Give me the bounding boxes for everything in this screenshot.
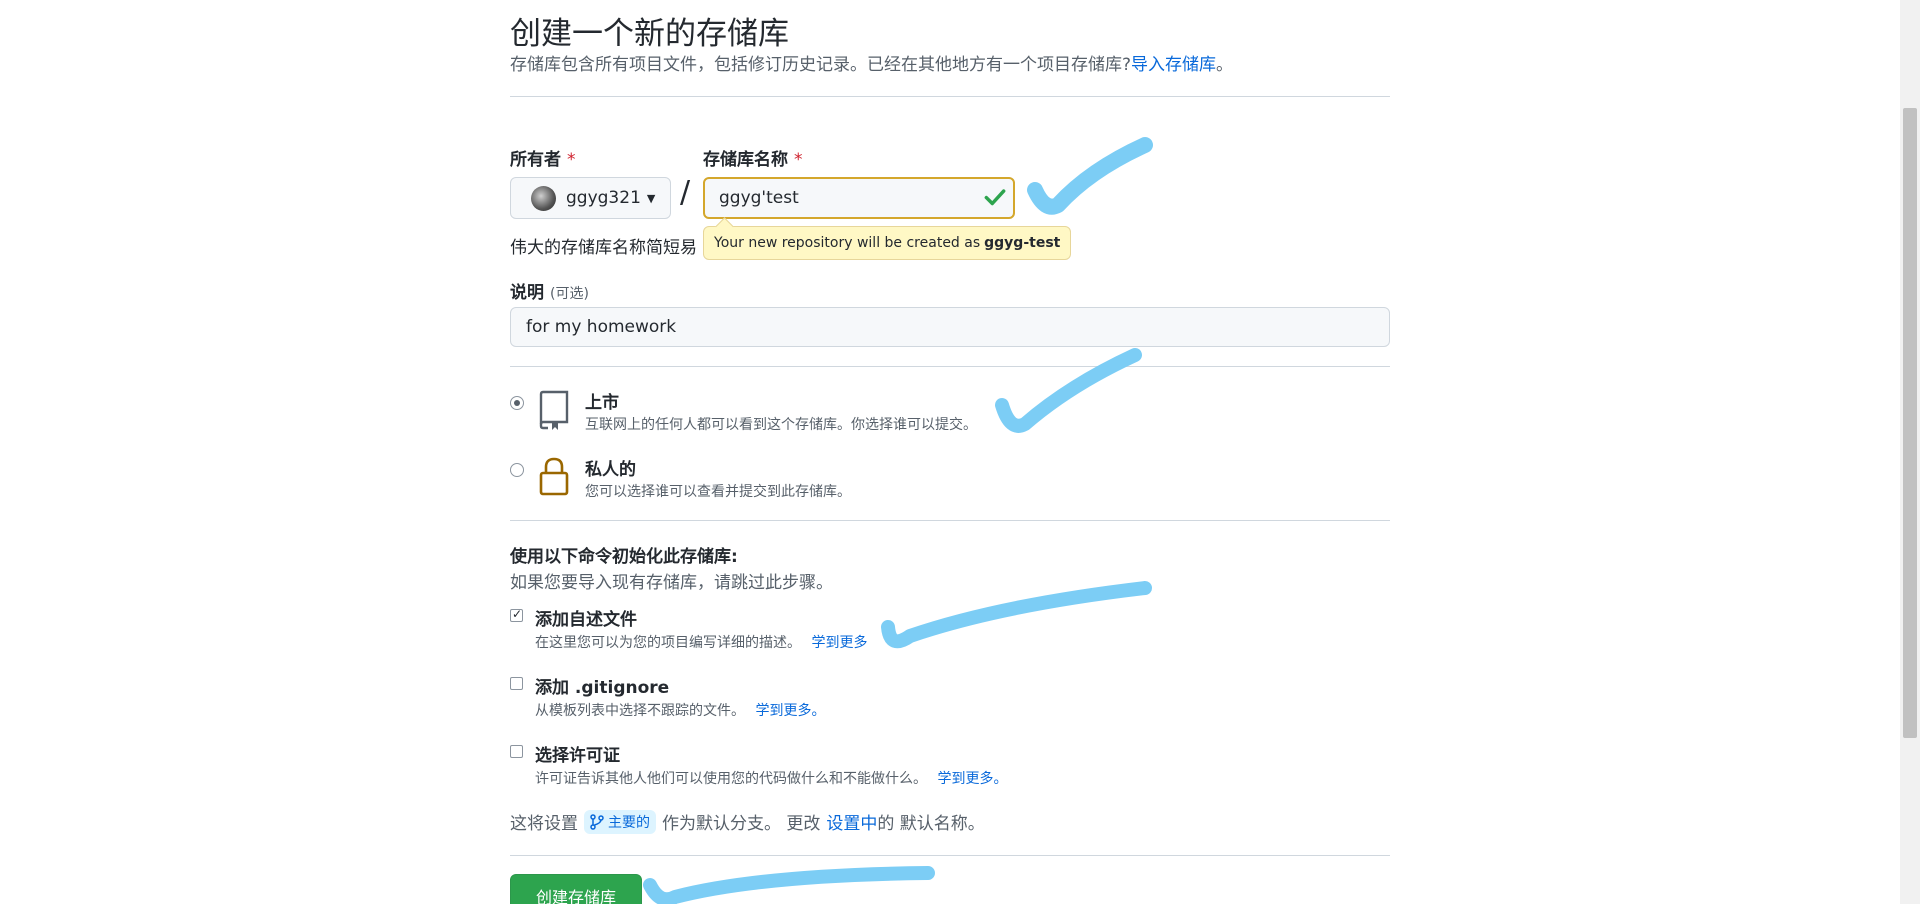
page-scrollbar-thumb[interactable] (1903, 108, 1917, 738)
check-icon (984, 189, 1006, 206)
git-branch-icon (590, 813, 604, 830)
branch-prefix: 这将设置 (510, 814, 578, 834)
required-mark: * (794, 150, 803, 170)
create-repository-button[interactable]: 创建存储库 (510, 874, 642, 904)
branch-middle: 作为默认分支。 更改 (662, 814, 821, 834)
owner-label: 所有者 * (510, 145, 576, 170)
repo-name-input[interactable]: ggyg'test (703, 177, 1015, 219)
divider (510, 366, 1390, 367)
divider (510, 855, 1390, 856)
readme-option-title: 添加自述文件 (535, 610, 637, 630)
page-subtitle: 存储库包含所有项目文件，包括修订历史记录。已经在其他地方有一个项目存储库?导入存… (510, 50, 1233, 75)
repo-name-tooltip: Your new repository will be created as gg… (703, 226, 1072, 260)
avatar (531, 185, 556, 211)
private-option-title: 私人的 (585, 460, 636, 480)
description-label-text: 说明 (510, 283, 544, 303)
page-scrollbar-track[interactable] (1900, 0, 1920, 904)
private-radio[interactable] (510, 463, 524, 477)
private-option-desc: 您可以选择谁可以查看并提交到此存储库。 (585, 484, 851, 500)
branch-name-pill: 主要的 (584, 809, 656, 834)
gitignore-option-desc: 从模板列表中选择不跟踪的文件。 学到更多。 (535, 700, 825, 720)
public-radio[interactable] (510, 396, 524, 410)
gitignore-desc-text: 从模板列表中选择不跟踪的文件。 (535, 703, 745, 719)
required-mark: * (567, 150, 576, 170)
optional-tag: (可选) (550, 286, 589, 302)
tooltip-text: Your new repository will be created as (714, 235, 981, 251)
tooltip-repo-name: ggyg-test (984, 235, 1061, 251)
license-checkbox[interactable] (510, 745, 523, 758)
license-option-title: 选择许可证 (535, 746, 620, 766)
subtitle-text: 存储库包含所有项目文件，包括修订历史记录。已经在其他地方有一个项目存储库? (510, 55, 1132, 75)
owner-label-text: 所有者 (510, 150, 561, 170)
owner-select-button[interactable]: ggyg321 ▼ (510, 177, 671, 219)
branch-suffix: 的 默认名称。 (877, 814, 985, 834)
default-branch-info: 这将设置 主要的 作为默认分支。 更改 设置中 的 默认名称。 (510, 809, 985, 834)
caret-down-icon: ▼ (646, 191, 656, 205)
init-section-title: 使用以下命令初始化此存储库: (510, 547, 738, 567)
branch-name: 主要的 (608, 814, 650, 831)
lock-icon (539, 457, 569, 496)
license-learn-more-link[interactable]: 学到更多。 (937, 771, 1007, 787)
owner-name: ggyg321 (566, 188, 641, 208)
page-title: 创建一个新的存储库 (510, 16, 789, 52)
gitignore-option-title: 添加 .gitignore (535, 678, 670, 698)
repo-book-icon (539, 390, 569, 430)
gitignore-learn-more-link[interactable]: 学到更多。 (755, 703, 825, 719)
divider (510, 520, 1390, 521)
public-option-desc: 互联网上的任何人都可以看到这个存储库。你选择谁可以提交。 (585, 417, 977, 433)
repo-name-hint: 伟大的存储库名称简短易 (510, 238, 697, 258)
readme-option-desc: 在这里您可以为您的项目编写详细的描述。 学到更多 (535, 632, 867, 652)
subtitle-suffix: 。 (1216, 55, 1234, 75)
gitignore-checkbox[interactable] (510, 677, 523, 690)
import-repo-link[interactable]: 导入存储库 (1131, 55, 1216, 75)
description-input[interactable]: for my homework (510, 307, 1390, 347)
license-option-desc: 许可证告诉其他人他们可以使用您的代码做什么和不能做什么。 学到更多。 (535, 768, 1007, 788)
description-label: 说明 (可选) (510, 278, 589, 303)
owner-repo-separator: / (680, 175, 691, 210)
init-section-subtitle: 如果您要导入现有存储库，请跳过此步骤。 (510, 573, 833, 593)
new-repo-form: 创建一个新的存储库 存储库包含所有项目文件，包括修订历史记录。已经在其他地方有一… (510, 0, 1390, 904)
readme-checkbox[interactable] (510, 607, 523, 622)
readme-learn-more-link[interactable]: 学到更多 (811, 635, 867, 651)
repo-name-label-text: 存储库名称 (703, 150, 788, 170)
readme-desc-text: 在这里您可以为您的项目编写详细的描述。 (535, 635, 801, 651)
public-option-title: 上市 (585, 393, 619, 413)
settings-link[interactable]: 设置中 (826, 809, 877, 834)
divider (510, 96, 1390, 97)
repo-name-label: 存储库名称 * (703, 145, 803, 170)
license-desc-text: 许可证告诉其他人他们可以使用您的代码做什么和不能做什么。 (535, 771, 927, 787)
